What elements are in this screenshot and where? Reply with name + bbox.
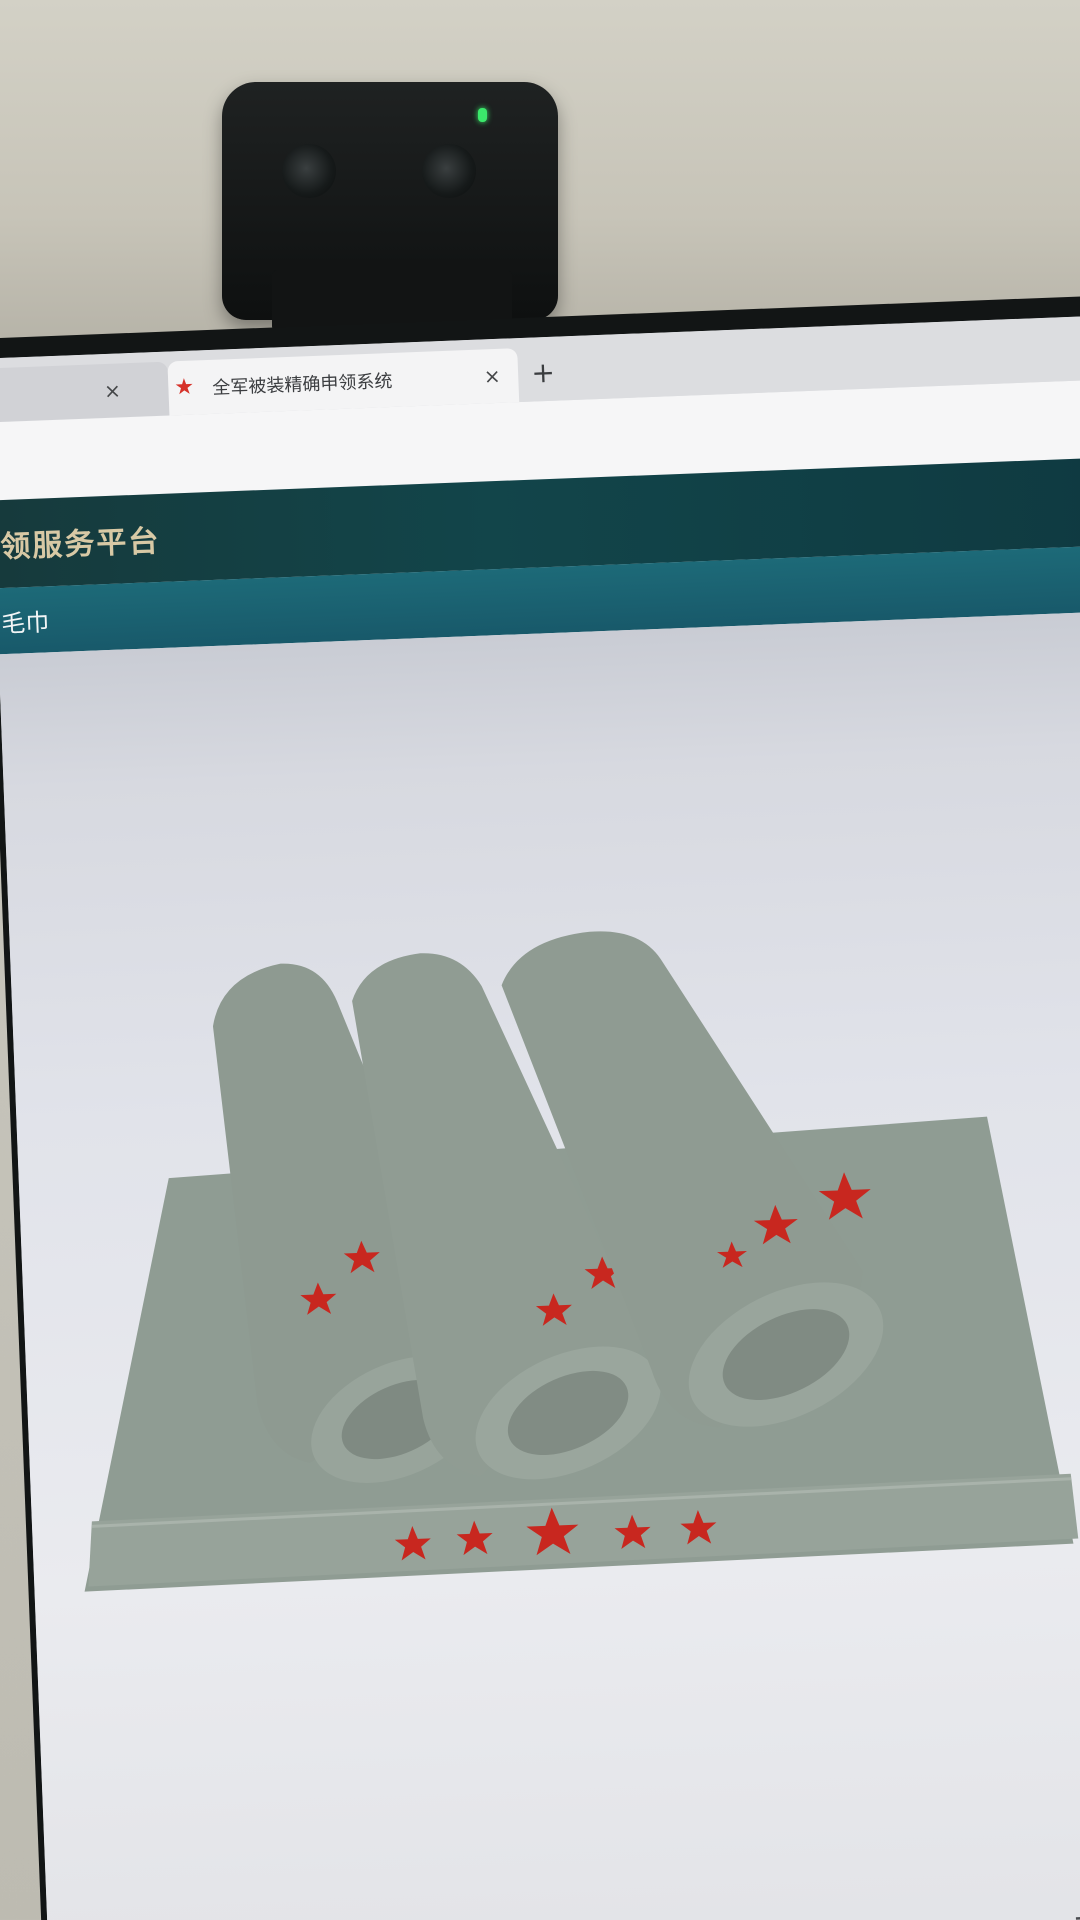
tab-previous[interactable]: × (0, 361, 170, 423)
browser-window: × ★ 全军被装精确申领系统 × + 领服务平台 毛巾 + (0, 315, 1080, 1920)
close-icon[interactable]: × (98, 376, 127, 405)
close-icon[interactable]: × (478, 362, 507, 391)
star-icon: ★ (173, 374, 195, 401)
monitor: × ★ 全军被装精确申领系统 × + 领服务平台 毛巾 + (0, 294, 1080, 1920)
breadcrumb[interactable]: 毛巾 (1, 602, 50, 639)
webcam-lens-right (422, 144, 476, 198)
product-image-area: + (0, 611, 1080, 1920)
webcam-lens-left (282, 144, 336, 198)
new-tab-button[interactable]: + (525, 355, 560, 390)
site-title: 领服务平台 (0, 523, 161, 566)
towel-set-image (84, 931, 1079, 1592)
tab-title: 全军被装精确申领系统 (212, 370, 393, 399)
webcam (222, 82, 558, 332)
add-icon[interactable]: + (1072, 1900, 1080, 1920)
webcam-led (478, 108, 487, 122)
